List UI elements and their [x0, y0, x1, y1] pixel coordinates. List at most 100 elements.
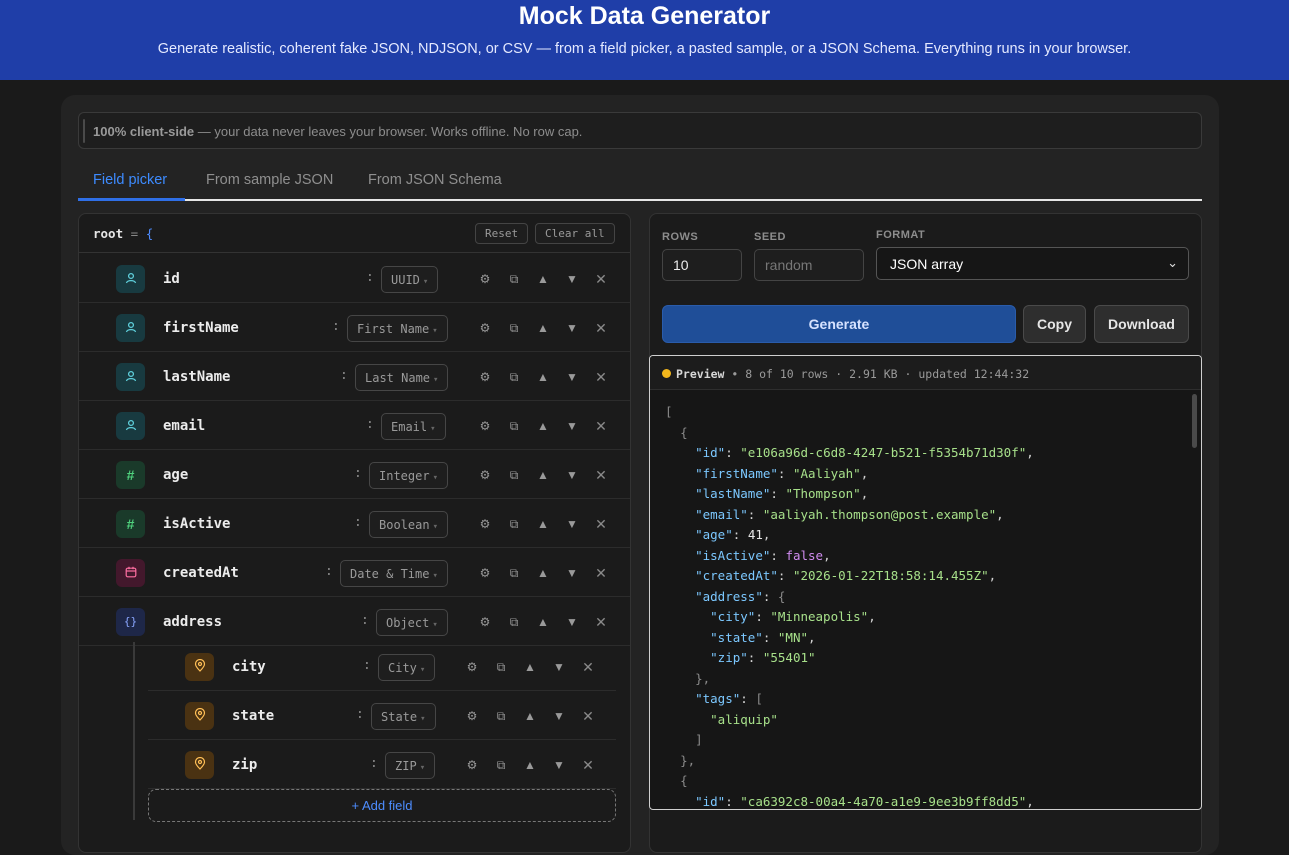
- move-up-icon[interactable]: ▲: [535, 467, 551, 483]
- field-type-select[interactable]: UUID ▾: [381, 266, 439, 293]
- settings-sliders-icon[interactable]: ⚙: [477, 369, 493, 385]
- move-down-icon[interactable]: ▼: [564, 467, 580, 483]
- move-down-icon[interactable]: ▼: [564, 320, 580, 336]
- move-down-icon[interactable]: ▼: [564, 516, 580, 532]
- remove-field-icon[interactable]: ✕: [593, 418, 609, 434]
- field-type-select[interactable]: Last Name ▾: [355, 364, 449, 391]
- field-type-select[interactable]: Email ▾: [381, 413, 446, 440]
- field-name[interactable]: email: [163, 418, 205, 434]
- tab-field-picker[interactable]: Field picker: [93, 172, 167, 188]
- field-name[interactable]: id: [163, 271, 180, 287]
- field-type-select[interactable]: First Name ▾: [347, 315, 448, 342]
- duplicate-icon[interactable]: ⧉: [493, 659, 509, 675]
- preview-scrollbar[interactable]: [1192, 394, 1197, 448]
- clear-all-button[interactable]: Clear all: [535, 223, 615, 244]
- field-type-select[interactable]: ZIP ▾: [385, 752, 436, 779]
- settings-sliders-icon[interactable]: ⚙: [477, 614, 493, 630]
- settings-sliders-icon[interactable]: ⚙: [477, 418, 493, 434]
- settings-sliders-icon[interactable]: ⚙: [464, 708, 480, 724]
- duplicate-icon[interactable]: ⧉: [506, 418, 522, 434]
- field-row-createdat: createdAt : Date & Time ▾ ⚙ ⧉ ▲ ▼ ✕: [79, 548, 630, 597]
- field-row-email: email : Email ▾ ⚙ ⧉ ▲ ▼ ✕: [79, 401, 630, 450]
- field-name[interactable]: firstName: [163, 320, 239, 336]
- nested-tree-line: [133, 642, 135, 820]
- move-down-icon[interactable]: ▼: [564, 271, 580, 287]
- field-name[interactable]: createdAt: [163, 565, 239, 581]
- settings-sliders-icon[interactable]: ⚙: [477, 271, 493, 287]
- field-type-select[interactable]: State ▾: [371, 703, 436, 730]
- move-up-icon[interactable]: ▲: [535, 565, 551, 581]
- move-up-icon[interactable]: ▲: [535, 271, 551, 287]
- move-up-icon[interactable]: ▲: [535, 320, 551, 336]
- settings-sliders-icon[interactable]: ⚙: [464, 659, 480, 675]
- move-up-icon[interactable]: ▲: [535, 418, 551, 434]
- field-type-select[interactable]: Integer ▾: [369, 462, 448, 489]
- remove-field-icon[interactable]: ✕: [580, 659, 596, 675]
- field-type-select[interactable]: Date & Time ▾: [340, 560, 448, 587]
- remove-field-icon[interactable]: ✕: [593, 271, 609, 287]
- remove-field-icon[interactable]: ✕: [580, 708, 596, 724]
- field-name[interactable]: age: [163, 467, 188, 483]
- duplicate-icon[interactable]: ⧉: [506, 516, 522, 532]
- field-type-select[interactable]: City ▾: [378, 654, 436, 681]
- move-up-icon[interactable]: ▲: [535, 614, 551, 630]
- remove-field-icon[interactable]: ✕: [593, 516, 609, 532]
- settings-sliders-icon[interactable]: ⚙: [464, 757, 480, 773]
- user-icon: [116, 412, 145, 440]
- remove-field-icon[interactable]: ✕: [580, 757, 596, 773]
- map-pin-icon: [185, 653, 214, 681]
- field-row-id: id : UUID ▾ ⚙ ⧉ ▲ ▼ ✕: [79, 254, 630, 303]
- add-field-button[interactable]: + Add field: [148, 789, 616, 822]
- field-name[interactable]: zip: [232, 757, 257, 773]
- seed-label: SEED: [754, 231, 786, 243]
- tab-from-json-schema[interactable]: From JSON Schema: [368, 172, 502, 188]
- settings-sliders-icon[interactable]: ⚙: [477, 320, 493, 336]
- duplicate-icon[interactable]: ⧉: [506, 565, 522, 581]
- field-name[interactable]: lastName: [163, 369, 230, 385]
- move-down-icon[interactable]: ▼: [564, 418, 580, 434]
- duplicate-icon[interactable]: ⧉: [506, 369, 522, 385]
- user-icon: [116, 314, 145, 342]
- download-button[interactable]: Download: [1094, 305, 1189, 343]
- duplicate-icon[interactable]: ⧉: [506, 271, 522, 287]
- remove-field-icon[interactable]: ✕: [593, 565, 609, 581]
- move-up-icon[interactable]: ▲: [535, 516, 551, 532]
- field-type-select[interactable]: Boolean ▾: [369, 511, 448, 538]
- duplicate-icon[interactable]: ⧉: [493, 757, 509, 773]
- copy-button[interactable]: Copy: [1023, 305, 1086, 343]
- remove-field-icon[interactable]: ✕: [593, 467, 609, 483]
- move-up-icon[interactable]: ▲: [535, 369, 551, 385]
- field-name[interactable]: city: [232, 659, 266, 675]
- move-up-icon[interactable]: ▲: [522, 708, 538, 724]
- field-name[interactable]: state: [232, 708, 274, 724]
- seed-input[interactable]: random: [754, 249, 864, 281]
- remove-field-icon[interactable]: ✕: [593, 320, 609, 336]
- format-select[interactable]: JSON array ⌄: [876, 247, 1189, 280]
- remove-field-icon[interactable]: ✕: [593, 614, 609, 630]
- move-down-icon[interactable]: ▼: [551, 757, 567, 773]
- duplicate-icon[interactable]: ⧉: [506, 614, 522, 630]
- tab-from-sample-json[interactable]: From sample JSON: [206, 172, 333, 188]
- preview-pane[interactable]: Preview • 8 of 10 rows · 2.91 KB · updat…: [649, 355, 1202, 810]
- move-down-icon[interactable]: ▼: [564, 565, 580, 581]
- field-name[interactable]: address: [163, 614, 222, 630]
- move-up-icon[interactable]: ▲: [522, 757, 538, 773]
- duplicate-icon[interactable]: ⧉: [493, 708, 509, 724]
- move-down-icon[interactable]: ▼: [551, 659, 567, 675]
- move-up-icon[interactable]: ▲: [522, 659, 538, 675]
- move-down-icon[interactable]: ▼: [551, 708, 567, 724]
- remove-field-icon[interactable]: ✕: [593, 369, 609, 385]
- move-down-icon[interactable]: ▼: [564, 369, 580, 385]
- field-name[interactable]: isActive: [163, 516, 230, 532]
- settings-sliders-icon[interactable]: ⚙: [477, 516, 493, 532]
- field-row-city: city : City ▾ ⚙ ⧉ ▲ ▼ ✕: [148, 642, 616, 691]
- reset-button[interactable]: Reset: [475, 223, 529, 244]
- move-down-icon[interactable]: ▼: [564, 614, 580, 630]
- settings-sliders-icon[interactable]: ⚙: [477, 565, 493, 581]
- duplicate-icon[interactable]: ⧉: [506, 467, 522, 483]
- settings-sliders-icon[interactable]: ⚙: [477, 467, 493, 483]
- field-type-select[interactable]: Object ▾: [376, 609, 448, 636]
- generate-button[interactable]: Generate: [662, 305, 1016, 343]
- rows-input[interactable]: 10: [662, 249, 742, 281]
- duplicate-icon[interactable]: ⧉: [506, 320, 522, 336]
